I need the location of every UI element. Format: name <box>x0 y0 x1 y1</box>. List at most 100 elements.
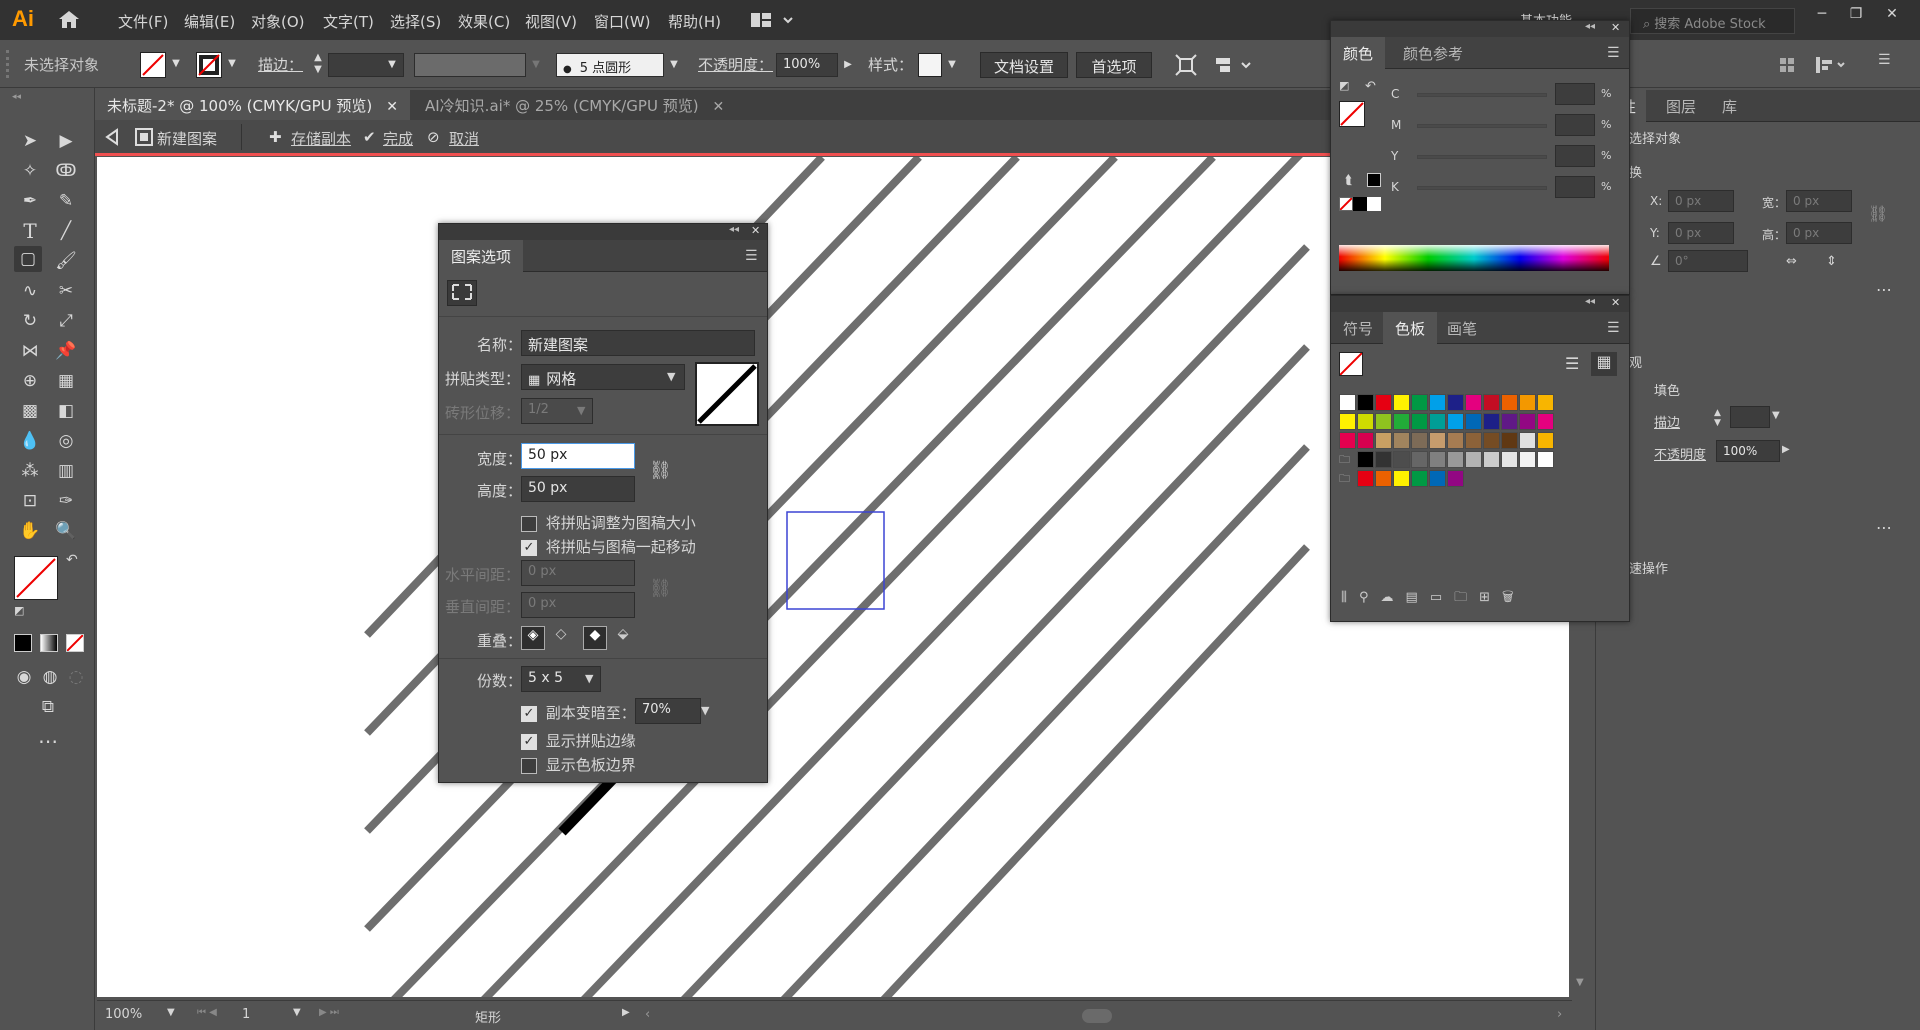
stroke-swatch[interactable] <box>196 52 222 78</box>
color-swatch[interactable] <box>1519 394 1536 411</box>
scroll-left-arrow-icon[interactable]: ‹ <box>645 1007 650 1022</box>
zoom-chevron-down-icon[interactable]: ▼ <box>167 1007 175 1018</box>
tab-ai-tips[interactable]: AI冷知识.ai* @ 25% (CMYK/GPU 预览) ✕ <box>413 90 736 120</box>
fill-stroke-toggle-icon[interactable]: ◩ <box>1339 79 1349 92</box>
stroke-dropdown-chevron-down-icon[interactable]: ▼ <box>224 52 240 76</box>
dim-copies-checkbox[interactable]: 副本变暗至： <box>521 702 636 723</box>
color-swatch[interactable] <box>1339 394 1356 411</box>
direct-selection-tool-icon[interactable]: ▶ <box>52 128 80 154</box>
menu-window[interactable]: 窗口(W) <box>594 11 651 32</box>
swap-icon[interactable]: ↶ <box>1365 79 1376 94</box>
collapse-pattern-panel-icon[interactable]: ◂◂ <box>729 224 739 235</box>
scroll-right-arrow-icon[interactable]: › <box>1557 1007 1562 1022</box>
artboard-number[interactable]: 1 <box>242 1007 250 1022</box>
color-swatch[interactable] <box>1375 470 1392 487</box>
magic-wand-tool-icon[interactable]: ✧ <box>16 158 44 184</box>
fill-dropdown-chevron-down-icon[interactable]: ▼ <box>168 52 184 76</box>
swatch-options-icon[interactable]: ▤ <box>1406 590 1430 605</box>
status-menu-arrow-icon[interactable]: ▶ <box>622 1007 630 1018</box>
horizontal-scroll-thumb[interactable] <box>1082 1009 1112 1023</box>
tab-pattern-options[interactable]: 图案选项 <box>439 240 524 272</box>
align-options-icon[interactable] <box>1214 54 1254 80</box>
menu-effect[interactable]: 效果(C) <box>458 11 510 32</box>
color-swatch[interactable] <box>1537 413 1554 430</box>
color-swatch[interactable] <box>1537 394 1554 411</box>
move-tile-with-art-check[interactable] <box>521 539 537 556</box>
color-swatch[interactable] <box>1429 451 1446 468</box>
home-icon[interactable] <box>56 8 82 32</box>
gradient-mode-icon[interactable] <box>40 634 58 652</box>
yellow-slider[interactable] <box>1417 155 1547 159</box>
color-swatch[interactable] <box>1429 470 1446 487</box>
white-quick-swatch[interactable] <box>1367 197 1381 211</box>
color-mode-icon[interactable] <box>14 634 32 652</box>
arrange-documents-icon[interactable] <box>750 10 798 34</box>
stroke-label-right[interactable]: 描边 <box>1654 412 1680 431</box>
arrange-icon[interactable] <box>1780 54 1850 80</box>
maximize-icon[interactable]: ❐ <box>1842 6 1870 26</box>
color-swatch[interactable] <box>1465 394 1482 411</box>
fill-swatch[interactable] <box>140 52 166 78</box>
style-chevron-down-icon[interactable]: ▼ <box>944 53 960 77</box>
color-spectrum[interactable] <box>1339 245 1609 271</box>
next-artboard-icon[interactable]: ▶ ⏭ <box>319 1007 339 1018</box>
collapse-arrows-icon[interactable]: ◂◂ <box>12 92 21 102</box>
color-swatch[interactable] <box>1357 451 1374 468</box>
color-swatch[interactable] <box>1393 451 1410 468</box>
edit-toolbar-more-icon[interactable]: ⋯ <box>34 728 62 754</box>
close-pattern-panel-icon[interactable]: ✕ <box>751 224 760 237</box>
draw-inside-icon[interactable]: ◌ <box>62 664 90 690</box>
color-swatch[interactable] <box>1465 451 1482 468</box>
color-swatch[interactable] <box>1537 451 1554 468</box>
width-field[interactable]: 0 px <box>1786 190 1852 212</box>
yellow-field[interactable] <box>1555 145 1595 167</box>
right-in-front-icon[interactable]: ◇ <box>549 626 573 650</box>
flip-horizontal-icon[interactable]: ⇔ <box>1786 254 1797 269</box>
constrain-proportions-link-icon[interactable]: ⛓ <box>1868 204 1888 223</box>
y-field[interactable]: 0 px <box>1668 222 1734 244</box>
out-of-gamut-icon[interactable]: ⮬ <box>1345 173 1353 188</box>
done-button[interactable]: 完成 <box>383 128 413 149</box>
fill-color-icon[interactable] <box>14 556 58 600</box>
swatch-fill-proxy[interactable] <box>1339 352 1363 376</box>
control-bar-grip[interactable] <box>6 50 16 78</box>
dim-value-field[interactable]: 70% <box>635 698 701 724</box>
color-swatch[interactable] <box>1357 413 1374 430</box>
column-graph-tool-icon[interactable]: ▥ <box>52 458 80 484</box>
flip-vertical-icon[interactable]: ⇕ <box>1826 254 1837 269</box>
color-swatch[interactable] <box>1411 470 1428 487</box>
save-copy-button[interactable]: 存储副本 <box>291 128 351 149</box>
spacing-link-icon[interactable]: ⛓ <box>649 578 672 599</box>
rectangle-tool-icon[interactable]: ▢ <box>14 246 42 272</box>
color-swatch[interactable] <box>1411 451 1428 468</box>
color-swatch[interactable] <box>1393 432 1410 449</box>
brick-offset-chevron-down-icon[interactable]: ▼ <box>577 404 585 417</box>
dim-copies-check[interactable] <box>521 705 537 722</box>
color-swatch[interactable] <box>1501 394 1518 411</box>
menu-select[interactable]: 选择(S) <box>390 11 441 32</box>
magenta-field[interactable] <box>1555 114 1595 136</box>
eyedropper-tool-icon[interactable]: 💧 <box>16 428 44 454</box>
tab-layers[interactable]: 图层 <box>1654 90 1708 122</box>
show-tile-edge-checkbox[interactable]: 显示拼贴边缘 <box>521 730 636 751</box>
color-swatch[interactable] <box>1393 394 1410 411</box>
close-icon[interactable]: ✕ <box>1878 6 1906 26</box>
color-swatch[interactable] <box>1501 413 1518 430</box>
black-slider[interactable] <box>1417 186 1547 190</box>
color-swatch[interactable] <box>1447 451 1464 468</box>
color-swatch[interactable] <box>1375 451 1392 468</box>
graphic-style-swatch[interactable] <box>918 53 942 77</box>
minimize-icon[interactable]: ─ <box>1808 6 1836 26</box>
pattern-tile-tool-icon[interactable] <box>447 280 477 306</box>
pattern-name-field[interactable]: 新建图案 <box>521 330 755 356</box>
tab-color-guide[interactable]: 颜色参考 <box>1391 37 1475 69</box>
color-swatch[interactable] <box>1375 413 1392 430</box>
grid-view-icon[interactable]: ▦ <box>1591 352 1617 376</box>
black-swatch[interactable] <box>1367 173 1381 187</box>
color-swatch[interactable] <box>1375 394 1392 411</box>
maintain-proportions-link-icon[interactable]: ⛓ <box>649 460 672 481</box>
color-group-icon[interactable]: ▭ <box>1430 590 1454 605</box>
color-swatch[interactable] <box>1483 451 1500 468</box>
color-swatch[interactable] <box>1501 432 1518 449</box>
color-swatch[interactable] <box>1393 413 1410 430</box>
